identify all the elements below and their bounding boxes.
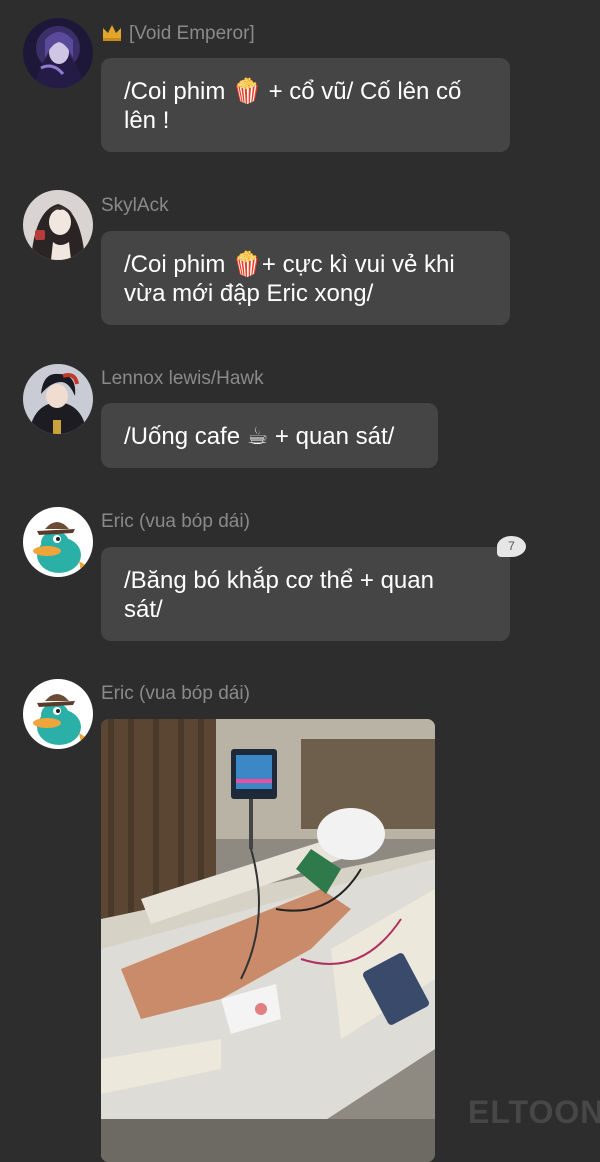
message-text-line: lên ! [124, 107, 170, 134]
message-text-line: vừa mới đập Eric xong/ [124, 280, 374, 307]
author-name[interactable]: [Void Emperor] [101, 22, 255, 48]
avatar[interactable] [23, 190, 93, 260]
author-name[interactable]: Lennox lewis/Hawk [101, 368, 264, 390]
avatar[interactable] [23, 507, 93, 577]
message-bubble[interactable]: /Băng bó khắp cơ thể + quan sát/ [101, 547, 510, 641]
crown-icon [101, 22, 123, 48]
reaction-count-badge[interactable]: 7 [497, 536, 526, 557]
message-text-line: /Băng bó khắp cơ thể + quan [124, 567, 434, 594]
author-name[interactable]: Eric (vua bóp dái) [101, 511, 250, 533]
message-bubble[interactable]: /Coi phim 🍿+ cực kì vui vẻ khi vừa mới đ… [101, 231, 510, 325]
message-bubble[interactable]: /Uống cafe ☕ + quan sát/ [101, 403, 438, 468]
author-name[interactable]: Eric (vua bóp dái) [101, 683, 250, 705]
avatar[interactable] [23, 18, 93, 88]
author-name-text: [Void Emperor] [129, 23, 255, 44]
message-bubble[interactable]: /Coi phim 🍿 + cổ vũ/ Cố lên cố lên ! [101, 58, 510, 152]
author-name[interactable]: SkylAck [101, 195, 169, 217]
photo-attachment[interactable] [101, 719, 435, 1162]
chat-thread: [Void Emperor] /Coi phim 🍿 + cổ vũ/ Cố l… [0, 0, 600, 1162]
avatar[interactable] [23, 679, 93, 749]
message-text-line: /Coi phim 🍿+ cực kì vui vẻ khi [124, 251, 455, 278]
message-text-line: /Uống cafe ☕ + quan sát/ [124, 423, 395, 450]
avatar[interactable] [23, 364, 93, 434]
watermark: ELTOON [468, 1094, 600, 1130]
message-text-line: sát/ [124, 596, 163, 623]
message-text-line: /Coi phim 🍿 + cổ vũ/ Cố lên cố [124, 78, 462, 105]
